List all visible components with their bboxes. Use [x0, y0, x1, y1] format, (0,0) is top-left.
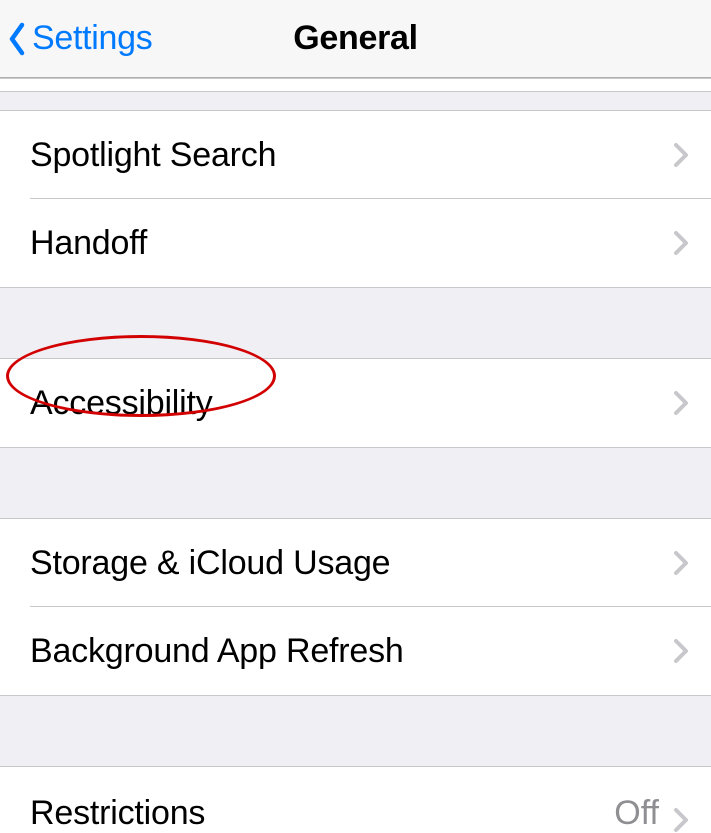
- row-label: Handoff: [30, 224, 673, 263]
- chevron-right-icon: [673, 230, 689, 256]
- chevron-right-icon: [673, 390, 689, 416]
- partial-group-top: [0, 78, 711, 92]
- group-spacer: [0, 288, 711, 358]
- row-handoff[interactable]: Handoff: [0, 199, 711, 287]
- row-label: Restrictions: [30, 794, 614, 833]
- group-spacer: [0, 448, 711, 518]
- back-label: Settings: [32, 19, 152, 58]
- row-label: Accessibility: [30, 384, 673, 423]
- row-label: Spotlight Search: [30, 136, 673, 175]
- nav-bar: Settings General: [0, 0, 711, 78]
- chevron-right-icon: [673, 142, 689, 168]
- row-value: Off: [614, 794, 659, 833]
- group-search-handoff: Spotlight Search Handoff: [0, 110, 711, 288]
- row-accessibility[interactable]: Accessibility: [0, 359, 711, 447]
- chevron-right-icon: [673, 550, 689, 576]
- chevron-right-icon: [673, 638, 689, 664]
- row-label: Background App Refresh: [30, 632, 673, 671]
- back-button[interactable]: Settings: [0, 0, 152, 77]
- group-restrictions: Restrictions Off: [0, 766, 711, 833]
- row-label: Storage & iCloud Usage: [30, 544, 673, 583]
- group-spacer: [0, 92, 711, 110]
- group-spacer: [0, 696, 711, 766]
- row-restrictions[interactable]: Restrictions Off: [0, 767, 711, 833]
- group-storage-background: Storage & iCloud Usage Background App Re…: [0, 518, 711, 696]
- row-background-app-refresh[interactable]: Background App Refresh: [0, 607, 711, 695]
- chevron-back-icon: [8, 22, 28, 56]
- row-storage-icloud-usage[interactable]: Storage & iCloud Usage: [0, 519, 711, 607]
- row-spotlight-search[interactable]: Spotlight Search: [0, 111, 711, 199]
- chevron-right-icon: [673, 807, 689, 833]
- group-accessibility: Accessibility: [0, 358, 711, 448]
